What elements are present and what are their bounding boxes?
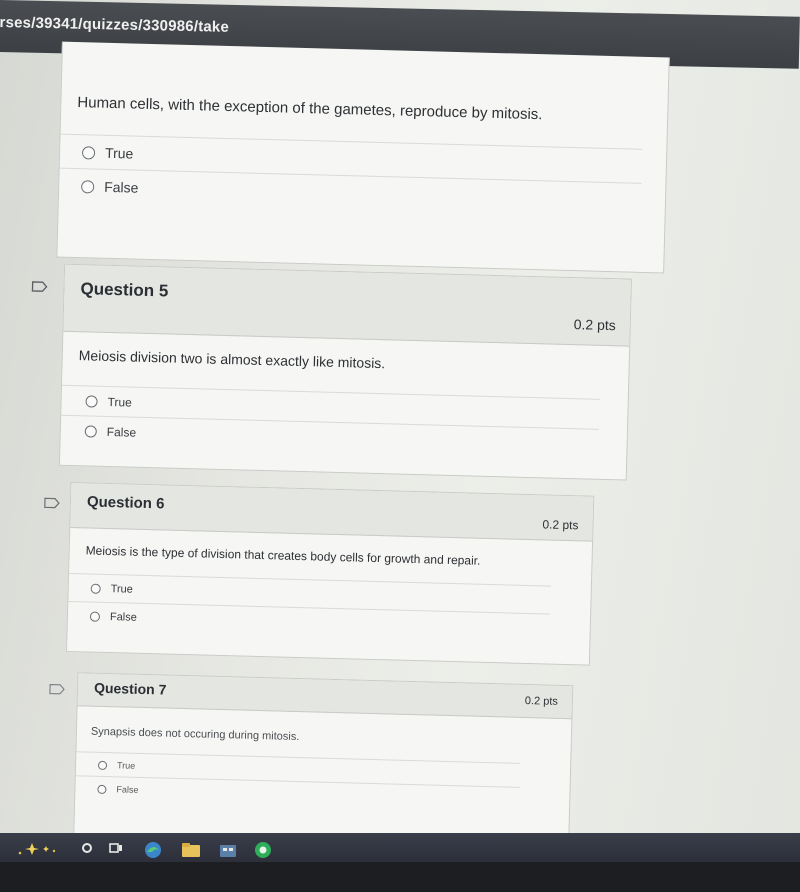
question-6-text: Meiosis is the type of division that cre… — [85, 543, 481, 568]
question-title: Question 7 — [93, 679, 167, 698]
copilot-icon[interactable] — [14, 841, 60, 857]
edge-icon[interactable] — [144, 841, 162, 859]
question-4-card: Human cells, with the exception of the g… — [56, 41, 670, 274]
radio-button[interactable] — [89, 611, 101, 622]
answer-label: True — [107, 394, 132, 410]
question-5-header: Question 5 0.2 pts — [63, 264, 631, 347]
question-points: 0.2 pts — [542, 517, 579, 533]
question-6-card: Question 6 0.2 pts Meiosis is the type o… — [66, 481, 595, 666]
question-7-card: Question 7 0.2 pts Synapsis does not occ… — [73, 672, 574, 848]
quiz-page: Human cells, with the exception of the g… — [0, 40, 800, 856]
question-points: 0.2 pts — [524, 694, 559, 708]
answer-label: True — [116, 760, 136, 771]
monitor-bezel — [0, 862, 800, 892]
answer-label: False — [103, 178, 139, 196]
question-6-header: Question 6 0.2 pts — [70, 483, 594, 542]
answer-label: False — [116, 784, 139, 795]
url-text[interactable]: rses/39341/quizzes/330986/take — [0, 14, 229, 36]
question-5-text: Meiosis division two is almost exactly l… — [78, 347, 386, 372]
question-title: Question 6 — [86, 493, 165, 513]
question-7-header: Question 7 0.2 pts — [77, 673, 573, 720]
chrome-icon[interactable] — [252, 841, 274, 859]
search-icon[interactable] — [80, 841, 94, 855]
answer-label: False — [106, 424, 137, 440]
answer-label: False — [109, 611, 137, 624]
radio-button[interactable] — [81, 179, 95, 194]
question-4-text: Human cells, with the exception of the g… — [77, 94, 543, 124]
flag-question-icon[interactable] — [44, 497, 60, 509]
radio-button[interactable] — [84, 425, 97, 438]
answer-label: True — [104, 144, 134, 162]
task-view-icon[interactable] — [108, 841, 124, 855]
flag-question-icon[interactable] — [31, 281, 48, 292]
store-icon[interactable] — [218, 841, 238, 859]
question-5-card: Question 5 0.2 pts Meiosis division two … — [58, 263, 632, 481]
question-points: 0.2 pts — [573, 316, 616, 334]
radio-button[interactable] — [85, 395, 98, 408]
answer-label: True — [110, 583, 134, 596]
radio-button[interactable] — [90, 583, 101, 594]
question-7-text: Synapsis does not occuring during mitosi… — [90, 725, 300, 744]
question-title: Question 5 — [80, 279, 169, 301]
radio-button[interactable] — [97, 760, 108, 770]
radio-button[interactable] — [97, 784, 107, 794]
file-explorer-icon[interactable] — [180, 841, 202, 859]
flag-question-icon[interactable] — [49, 683, 65, 695]
radio-button[interactable] — [81, 145, 96, 160]
